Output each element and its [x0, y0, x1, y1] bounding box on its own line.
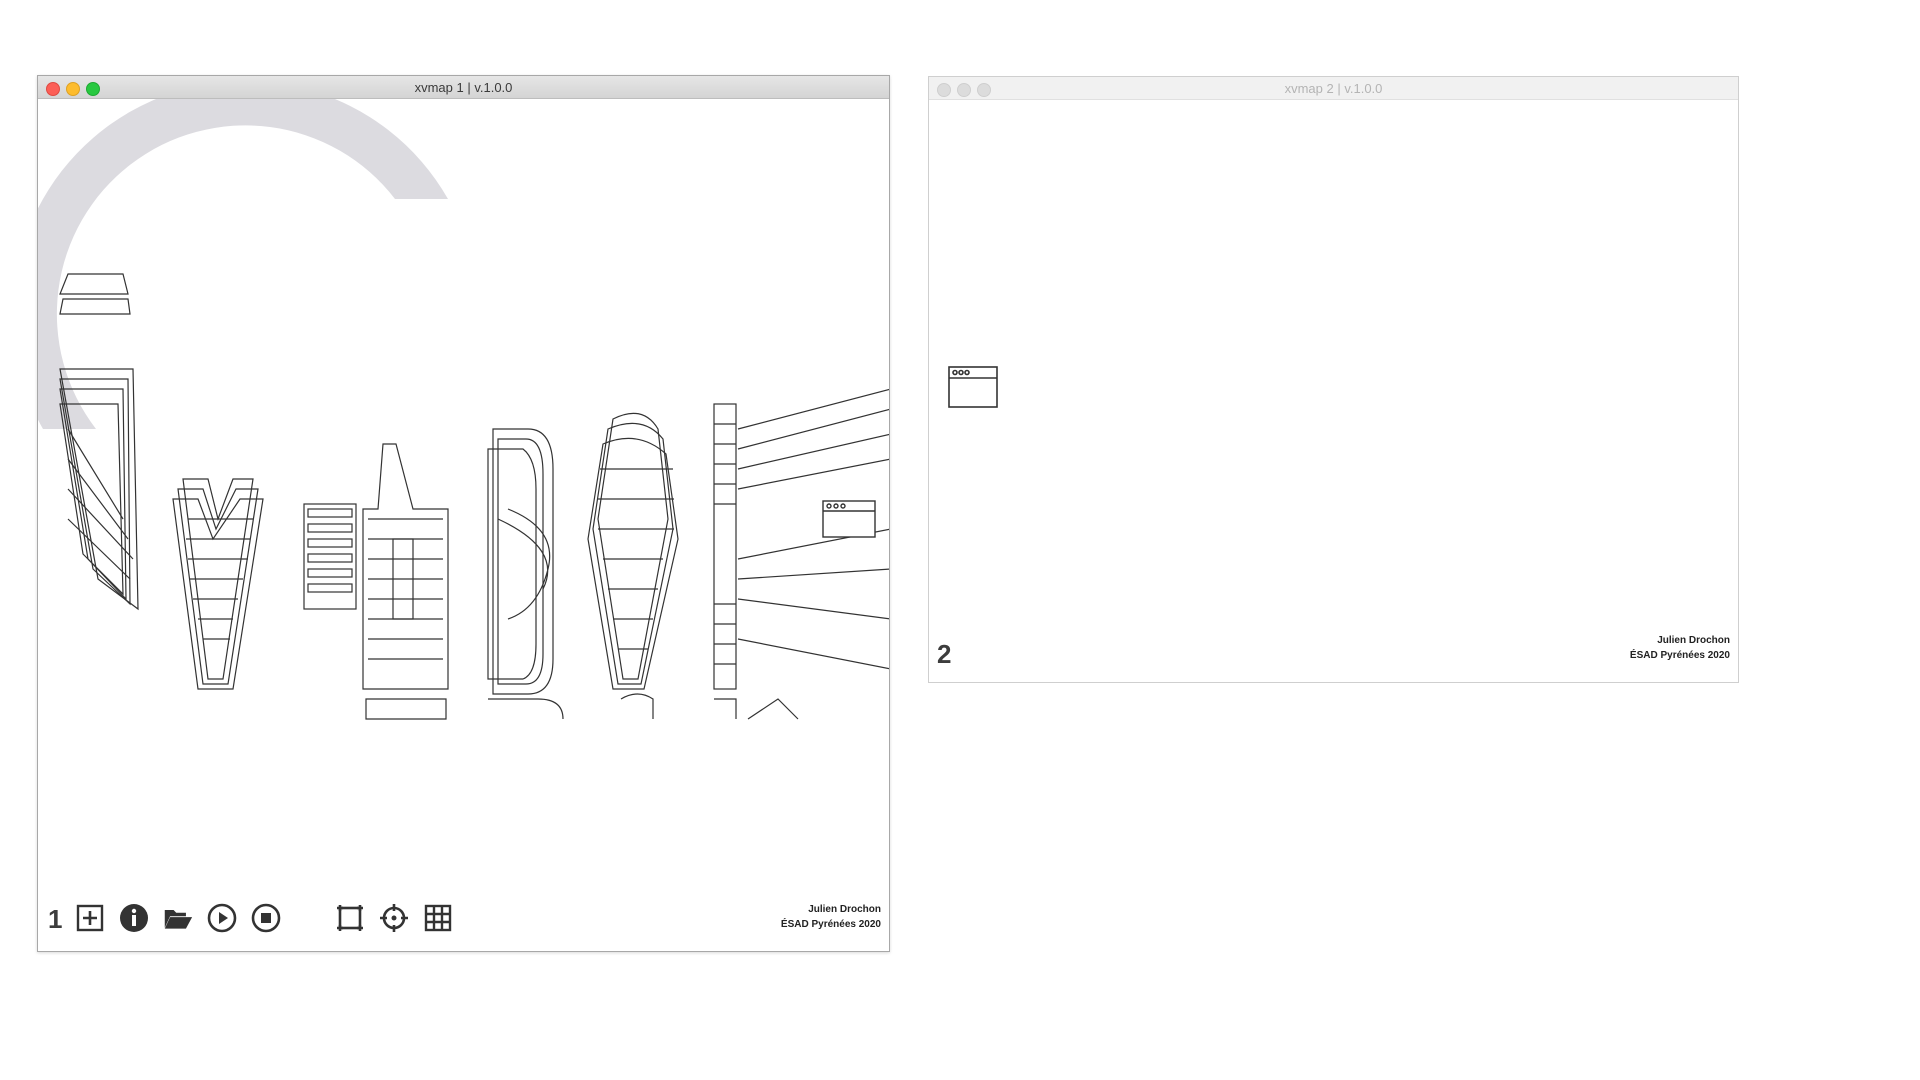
crosshair-icon — [380, 904, 408, 932]
letter-cluster-k — [713, 388, 889, 720]
mini-window-icon[interactable] — [947, 365, 1007, 415]
add-button[interactable] — [74, 902, 106, 934]
letter-cluster-v — [172, 478, 264, 690]
crop-button[interactable] — [334, 902, 366, 934]
open-folder-button[interactable] — [162, 902, 194, 934]
letter-cluster-b — [487, 428, 564, 720]
canvas-area[interactable]: 2 Julien Drochon ÉSAD Pyrénées 2020 — [929, 100, 1738, 682]
credits: Julien Drochon ÉSAD Pyrénées 2020 — [1630, 633, 1730, 663]
title-bar[interactable]: xvmap 1 | v.1.0.0 — [38, 76, 889, 99]
window-number: 1 — [48, 904, 63, 934]
window-title: xvmap 2 | v.1.0.0 — [1284, 81, 1383, 96]
canvas-area[interactable]: 1 Julien Drochon ÉSAD Pyrénées 2020 — [38, 99, 889, 951]
folder-open-icon — [164, 910, 193, 929]
info-button[interactable] — [118, 902, 150, 934]
add-icon — [76, 904, 104, 932]
mini-window-icon — [822, 500, 876, 538]
info-icon — [120, 904, 148, 932]
play-button[interactable] — [206, 902, 238, 934]
stop-button[interactable] — [250, 902, 282, 934]
title-bar[interactable]: xvmap 2 | v.1.0.0 — [929, 77, 1738, 100]
window-title: xvmap 1 | v.1.0.0 — [414, 80, 513, 95]
credits-school: ÉSAD Pyrénées 2020 — [1629, 650, 1730, 661]
window-xvmap-1[interactable]: xvmap 1 | v.1.0.0 1 Julien Drochon ÉSAD … — [37, 75, 890, 952]
grid-icon — [424, 904, 452, 932]
letter-cluster-t — [362, 443, 449, 720]
credits-school: ÉSAD Pyrénées 2020 — [780, 919, 881, 930]
window-xvmap-2[interactable]: xvmap 2 | v.1.0.0 2 Julien Drochon ÉSAD … — [928, 76, 1739, 683]
play-icon — [207, 903, 237, 933]
projection-canvas — [38, 99, 889, 720]
letter-cluster-left — [59, 273, 139, 611]
credits-author: Julien Drochon — [1657, 635, 1730, 646]
distorted-letters — [59, 273, 889, 720]
stop-icon — [251, 903, 281, 933]
grid-button[interactable] — [422, 902, 454, 934]
window-number: 2 — [937, 639, 952, 669]
toolbar — [74, 900, 466, 936]
letter-cluster-wave — [587, 412, 679, 719]
letter-cluster-bars — [303, 503, 357, 610]
credits-author: Julien Drochon — [808, 904, 881, 915]
crop-icon — [337, 905, 363, 931]
credits: Julien Drochon ÉSAD Pyrénées 2020 — [781, 902, 881, 932]
crosshair-button[interactable] — [378, 902, 410, 934]
